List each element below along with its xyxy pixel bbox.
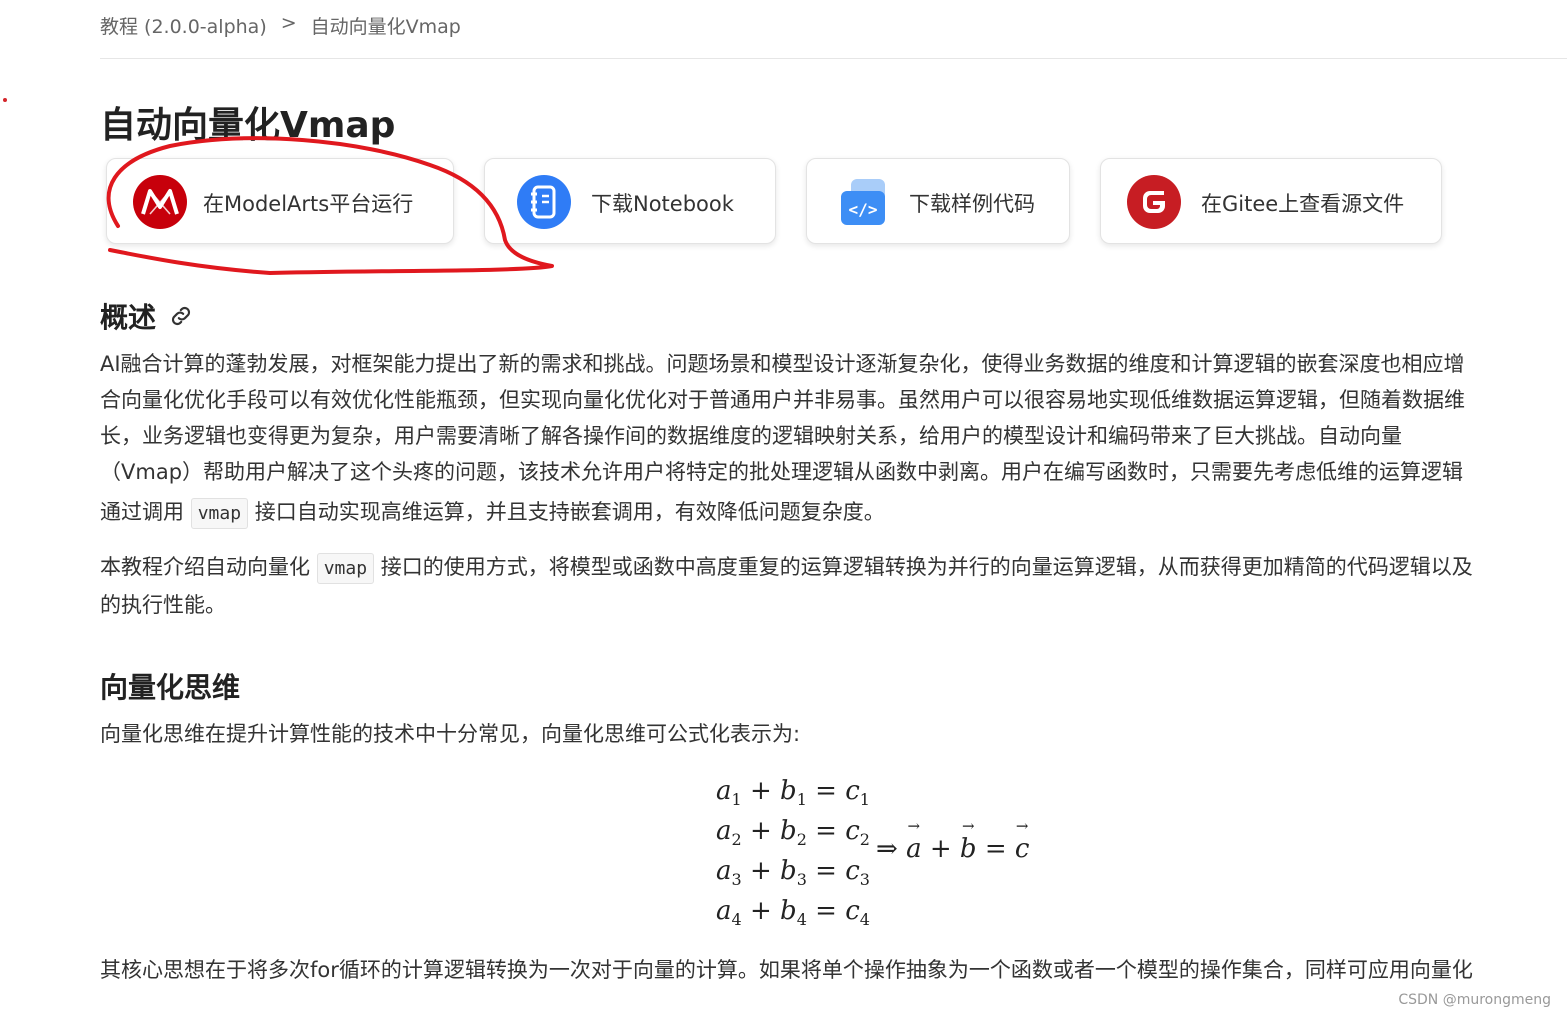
overview-line: AI融合计算的蓬勃发展，对框架能力提出了新的需求和挑战。问题场景和模型设计逐渐复… xyxy=(100,352,1465,376)
view-source-on-gitee-button[interactable]: 在Gitee上查看源文件 xyxy=(1100,158,1442,244)
download-notebook-label: 下载Notebook xyxy=(591,192,734,216)
breadcrumb: 教程 (2.0.0-alpha) > 自动向量化Vmap xyxy=(100,12,461,39)
overview-text: 本教程介绍自动向量化 xyxy=(100,555,310,579)
overview-text: 通过调用 xyxy=(100,500,184,524)
breadcrumb-separator: > xyxy=(280,12,297,34)
equation-row: a1 + b1 = c1 xyxy=(716,776,870,810)
view-source-on-gitee-label: 在Gitee上查看源文件 xyxy=(1201,192,1405,216)
overview-line: 合向量化优化手段可以有效优化性能瓶颈，但实现向量化优化对于普通用户并非易事。虽然… xyxy=(100,388,1465,412)
svg-text:</>: </> xyxy=(849,200,878,219)
overview-line: 通过调用 vmap 接口自动实现高维运算，并且支持嵌套调用，有效降低问题复杂度。 xyxy=(100,494,1465,532)
equation-row: a2 + b2 = c2 xyxy=(716,816,870,850)
header-divider xyxy=(100,58,1567,59)
section-heading-overview: 概述 xyxy=(100,296,194,336)
inline-code-vmap: vmap xyxy=(190,498,249,529)
gitee-icon xyxy=(1127,175,1181,229)
download-sample-code-label: 下载样例代码 xyxy=(909,192,1035,216)
overview-line: （Vmap）帮助用户解决了这个头疼的问题，该技术允许用户将特定的批处理逻辑从函数… xyxy=(100,460,1464,484)
equation-row: a3 + b3 = c3 xyxy=(716,856,870,890)
run-on-modelarts-button[interactable]: 在ModelArts平台运行 xyxy=(106,158,454,244)
overview-line: 的执行性能。 xyxy=(100,593,226,617)
run-on-modelarts-label: 在ModelArts平台运行 xyxy=(203,192,414,216)
section-heading-vectorization: 向量化思维 xyxy=(100,671,241,704)
download-notebook-button[interactable]: 下载Notebook xyxy=(484,158,776,244)
watermark: CSDN @murongmeng xyxy=(1398,992,1551,1008)
page-title: 自动向量化Vmap xyxy=(100,105,396,146)
inline-code-vmap: vmap xyxy=(316,553,375,584)
link-icon[interactable] xyxy=(168,303,194,336)
overview-heading-text: 概述 xyxy=(100,301,157,334)
overview-text: 接口的使用方式，将模型或函数中高度重复的运算逻辑转换为并行的向量运算逻辑，从而获… xyxy=(380,555,1473,579)
overview-text: 接口自动实现高维运算，并且支持嵌套调用，有效降低问题复杂度。 xyxy=(254,500,885,524)
equation-row: a4 + b4 = c4 xyxy=(716,896,870,930)
overview-line: 本教程介绍自动向量化 vmap 接口的使用方式，将模型或函数中高度重复的运算逻辑… xyxy=(100,549,1473,587)
code-icon: </> xyxy=(837,175,891,229)
overview-paragraph-1: AI融合计算的蓬勃发展，对框架能力提出了新的需求和挑战。问题场景和模型设计逐渐复… xyxy=(100,346,1465,532)
vector-equation: ⇒ a + b = c xyxy=(876,817,1029,864)
breadcrumb-parent-link[interactable]: 教程 (2.0.0-alpha) xyxy=(100,12,267,39)
annotation-dot xyxy=(3,98,7,102)
vectorization-intro: 向量化思维在提升计算性能的技术中十分常见，向量化思维可公式化表示为: xyxy=(100,722,801,746)
notebook-icon xyxy=(517,175,571,229)
breadcrumb-current: 自动向量化Vmap xyxy=(310,16,461,38)
overview-paragraph-2: 本教程介绍自动向量化 vmap 接口的使用方式，将模型或函数中高度重复的运算逻辑… xyxy=(100,549,1473,623)
vectorization-paragraph: 其核心思想在于将多次for循环的计算逻辑转换为一次对于向量的计算。如果将单个操作… xyxy=(100,958,1473,982)
overview-line: 长，业务逻辑也变得更为复杂，用户需要清晰了解各操作间的数据维度的逻辑映射关系，给… xyxy=(100,424,1402,448)
modelarts-icon xyxy=(133,175,187,229)
download-sample-code-button[interactable]: </> 下载样例代码 xyxy=(806,158,1070,244)
